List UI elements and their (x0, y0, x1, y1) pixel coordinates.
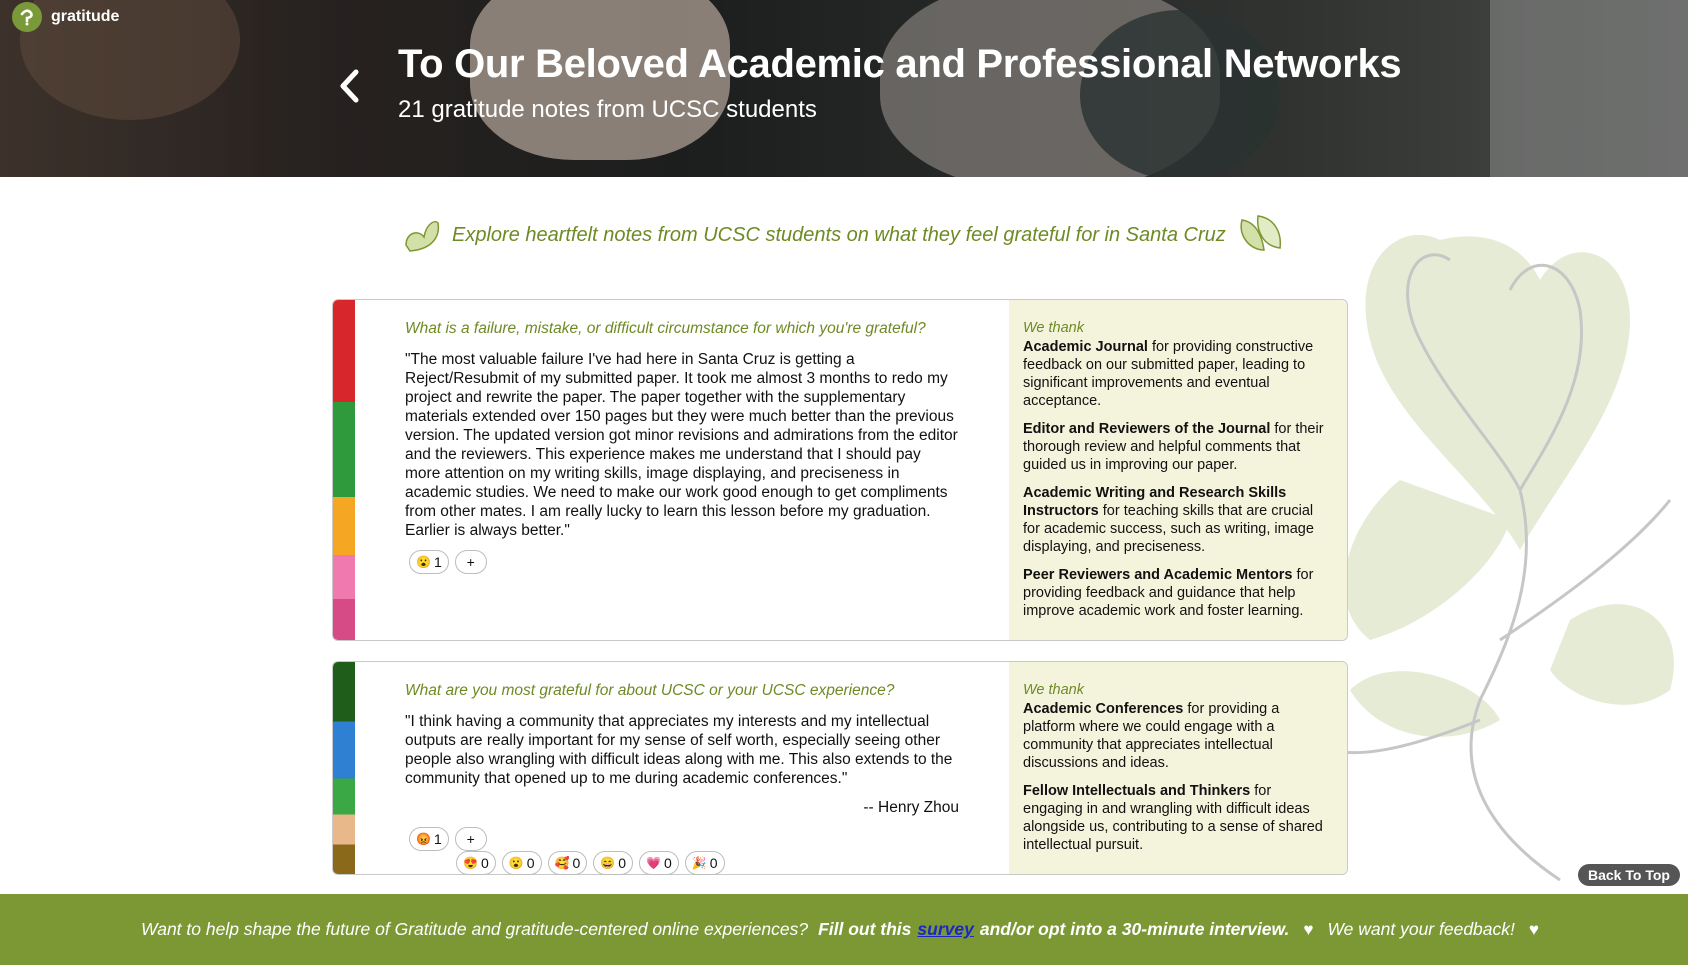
thank-name: Academic Conferences (1023, 701, 1184, 717)
thank-name: Editor and Reviewers of the Journal (1023, 421, 1271, 437)
emoji-option-button[interactable]: 😄 0 (593, 851, 633, 875)
footer-message: Want to help shape the future of Gratitu… (141, 919, 1547, 940)
thank-item: Academic Conferences for providing a pla… (1023, 700, 1333, 772)
footer-cta-prefix: Fill out this (818, 919, 912, 939)
thank-item: Peer Reviewers and Academic Mentors for … (1023, 566, 1333, 620)
back-to-top-button[interactable]: Back To Top (1578, 864, 1680, 886)
heart-icon: ♥ (1303, 919, 1314, 939)
emoji-picker: 😍 0 😮 0 🥰 0 😄 0 💗 0 🎉 0 (456, 851, 725, 875)
emoji-count: 0 (526, 855, 535, 871)
tagline-text: Explore heartfelt notes from UCSC studen… (452, 223, 1226, 246)
reaction-emoji: 😮 (416, 555, 431, 569)
emoji-option: 🥰 (554, 856, 570, 870)
note-content: What are you most grateful for about UCS… (355, 662, 1009, 874)
emoji-option: 😄 (600, 856, 616, 870)
note-answer: "The most valuable failure I've had here… (405, 351, 958, 539)
reaction-count: 1 (433, 554, 442, 570)
note-author: -- Henry Zhou (863, 799, 959, 816)
emoji-option-button[interactable]: 🥰 0 (547, 851, 588, 875)
note-content: What is a failure, mistake, or difficult… (355, 300, 1009, 640)
thank-name: Peer Reviewers and Academic Mentors (1023, 567, 1293, 583)
feedback-footer: Want to help shape the future of Gratitu… (0, 894, 1688, 965)
emoji-count: 0 (480, 855, 489, 871)
gratitude-note-card: What are you most grateful for about UCS… (332, 661, 1348, 875)
hero-banner (0, 0, 1688, 177)
page-subtitle: 21 gratitude notes from UCSC students (398, 96, 817, 123)
hero-overlay (0, 0, 1688, 177)
thank-name: Academic Journal (1023, 339, 1148, 355)
brand-home-link[interactable]: gratitude (12, 2, 119, 32)
note-question: What is a failure, mistake, or difficult… (405, 320, 926, 337)
gratitude-note-card: What is a failure, mistake, or difficult… (332, 299, 1348, 641)
emoji-option: 😍 (463, 856, 478, 870)
survey-link[interactable]: survey (917, 919, 973, 940)
emoji-count: 0 (663, 855, 672, 871)
page-title: To Our Beloved Academic and Professional… (398, 42, 1402, 86)
brand-logo-icon (12, 2, 42, 32)
we-thank-panel: We thank Academic Conferences for provid… (1009, 662, 1347, 874)
reaction-emoji: 😡 (416, 832, 431, 846)
card-color-stripe (333, 300, 355, 640)
reaction-count: 1 (433, 831, 442, 847)
emoji-count: 0 (572, 855, 581, 871)
footer-cta-suffix: and/or opt into a 30-minute interview. (979, 919, 1290, 939)
add-reaction-button[interactable]: + (454, 550, 487, 574)
note-question: What are you most grateful for about UCS… (405, 682, 895, 699)
emoji-count: 0 (618, 855, 626, 871)
emoji-option-button[interactable]: 😍 0 (456, 851, 496, 875)
thank-item: Academic Journal for providing construct… (1023, 338, 1333, 410)
emoji-option: 💗 (646, 856, 661, 870)
thank-name: Fellow Intellectuals and Thinkers (1023, 783, 1251, 799)
emoji-option-button[interactable]: 💗 0 (639, 851, 679, 875)
reaction-bar: 😮 1 + (409, 550, 959, 574)
thank-item: Editor and Reviewers of the Journal for … (1023, 420, 1333, 474)
thank-item: Academic Writing and Research Skills Ins… (1023, 484, 1333, 556)
double-leaf-icon (1240, 215, 1281, 251)
tagline: Explore heartfelt notes from UCSC studen… (400, 210, 1290, 260)
back-chevron-icon[interactable] (336, 68, 364, 109)
emoji-option: 😮 (508, 856, 524, 870)
emoji-option-button[interactable]: 🎉 0 (684, 851, 725, 875)
reaction-button[interactable]: 😡 1 (409, 827, 449, 851)
footer-feedback: We want your feedback! (1327, 919, 1515, 939)
add-reaction-button[interactable]: + (454, 827, 487, 851)
emoji-option: 🎉 (691, 856, 707, 870)
emoji-option-button[interactable]: 😮 0 (501, 851, 542, 875)
plant-decoration (1330, 234, 1674, 882)
heart-leaf-icon (405, 221, 440, 252)
emoji-count: 0 (709, 855, 718, 871)
reaction-bar: 😡 1 + (409, 827, 959, 851)
reaction-button[interactable]: 😮 1 (409, 550, 449, 574)
we-thank-label: We thank (1023, 682, 1084, 698)
note-answer: "I think having a community that appreci… (405, 713, 953, 787)
card-color-stripe (333, 662, 355, 874)
we-thank-label: We thank (1023, 320, 1084, 336)
footer-lead: Want to help shape the future of Gratitu… (141, 919, 809, 939)
we-thank-panel: We thank Academic Journal for providing … (1009, 300, 1347, 640)
brand-name: gratitude (51, 8, 120, 25)
thank-item: Fellow Intellectuals and Thinkers for en… (1023, 782, 1333, 854)
heart-icon: ♥ (1528, 919, 1539, 939)
